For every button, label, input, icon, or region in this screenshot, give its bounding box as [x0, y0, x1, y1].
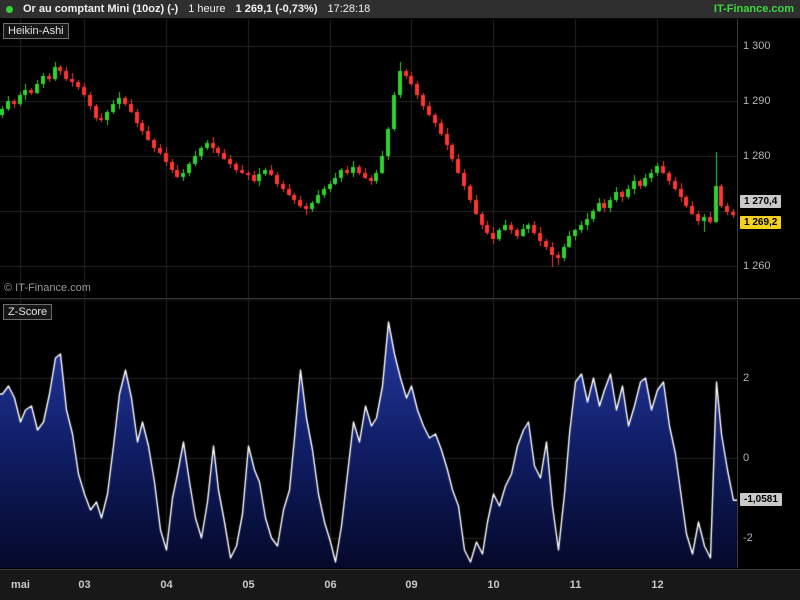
time-axis[interactable]: mai 03 04 05 06 09 10 11 12: [0, 569, 800, 600]
clock: 17:28:18: [327, 3, 370, 15]
chart-window: Or au comptant Mini (10oz) (-) 1 heure 1…: [0, 0, 800, 600]
instrument-name: Or au comptant Mini (10oz) (-): [23, 3, 178, 15]
zscore-pane-label[interactable]: Z-Score: [3, 304, 52, 320]
zscore-value-badge: -1,0581: [740, 493, 782, 506]
time-axis-label: 03: [78, 579, 90, 591]
last-price-change: 1 269,1 (-0,73%): [236, 3, 318, 15]
price-chart: Heikin-Ashi © IT-Finance.com: [0, 19, 737, 298]
price-axis-tick: 1 260: [743, 260, 771, 272]
zscore-chart-canvas[interactable]: [0, 300, 737, 568]
time-axis-label: 06: [324, 579, 336, 591]
price-axis-tick: 1 290: [743, 95, 771, 107]
last-price-badge: 1 269,2: [740, 216, 781, 229]
zscore-axis-tick: 2: [743, 372, 749, 384]
price-pane-label[interactable]: Heikin-Ashi: [3, 23, 69, 39]
instrument-status-icon: [6, 6, 13, 13]
price-axis-tick: 1 300: [743, 40, 771, 52]
header: Or au comptant Mini (10oz) (-) 1 heure 1…: [0, 0, 800, 19]
zscore-axis-tick: -2: [743, 532, 753, 544]
brand-link[interactable]: IT-Finance.com: [714, 3, 794, 15]
time-axis-label: 09: [405, 579, 417, 591]
time-axis-label: 05: [242, 579, 254, 591]
price-axis-tick: 1 280: [743, 150, 771, 162]
time-axis-label: mai: [11, 579, 30, 591]
previous-price-badge: 1 270,4: [740, 195, 781, 208]
time-axis-label: 11: [570, 579, 582, 591]
zscore-axis[interactable]: -1,0581 2 0 -2: [737, 300, 800, 568]
time-axis-label: 12: [651, 579, 663, 591]
zscore-axis-tick: 0: [743, 452, 749, 464]
time-axis-label: 04: [160, 579, 172, 591]
price-chart-canvas[interactable]: [0, 19, 737, 298]
timeframe-label: 1 heure: [188, 3, 225, 15]
time-axis-label: 10: [487, 579, 499, 591]
zscore-chart: Z-Score: [0, 300, 737, 568]
price-axis[interactable]: 1 270,4 1 269,2 1 300 1 290 1 280 1 260: [737, 19, 800, 298]
copyright-watermark: © IT-Finance.com: [4, 282, 91, 294]
